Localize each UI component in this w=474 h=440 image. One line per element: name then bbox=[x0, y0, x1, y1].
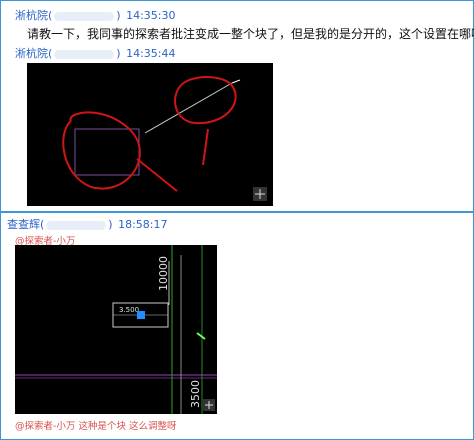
sender-name-tail: ) bbox=[108, 218, 113, 231]
crosshair-icon bbox=[253, 187, 267, 201]
sender-name[interactable]: 淅杭院( bbox=[15, 9, 52, 22]
message-time: 14:35:44 bbox=[126, 47, 176, 60]
sender-name[interactable]: 查查辉( bbox=[7, 218, 44, 231]
message-time: 14:35:30 bbox=[126, 9, 176, 22]
dim-label-bottom: 3500 bbox=[189, 380, 202, 408]
screenshot-image[interactable]: 10000 3500 3.500 bbox=[15, 245, 217, 414]
message-header: 淅杭院() 14:35:44 bbox=[15, 45, 176, 61]
dim-label-top: 10000 bbox=[157, 256, 170, 291]
screenshot-image[interactable] bbox=[27, 63, 273, 206]
sender-name[interactable]: 淅杭院( bbox=[15, 47, 52, 60]
caption-text: @探索者-小万 这种是个块 这么调整呀 bbox=[15, 421, 177, 432]
crosshair-icon bbox=[203, 399, 215, 411]
leader-end bbox=[231, 79, 241, 84]
red-stroke-mark bbox=[202, 128, 209, 166]
chat-panel-lower: 查查辉() 18:58:17 @探索者-小万 10000 3500 3.500 … bbox=[0, 212, 474, 440]
chat-panel-upper: 淅杭院() 14:35:30 请教一下，我同事的探索者批注变成一整个块了，但是我… bbox=[0, 0, 474, 212]
leader-line bbox=[144, 82, 233, 134]
message-header: 淅杭院() 14:35:30 bbox=[15, 7, 176, 23]
redacted-id bbox=[54, 11, 115, 21]
redacted-id bbox=[54, 49, 115, 59]
green-marker bbox=[196, 332, 206, 340]
red-stroke-mark bbox=[136, 158, 178, 192]
cad-drawing bbox=[62, 76, 267, 201]
message-header: 查查辉() 18:58:17 bbox=[7, 216, 168, 232]
sender-name-tail: ) bbox=[116, 47, 121, 60]
sender-name-tail: ) bbox=[116, 9, 121, 22]
message-text: 请教一下，我同事的探索者批注变成一整个块了，但是我的是分开的，这个设置在哪啊 bbox=[27, 27, 474, 41]
annotation-block-outline bbox=[74, 128, 140, 176]
annotation-text: 3.500 bbox=[119, 306, 139, 314]
red-circle-mark bbox=[174, 76, 237, 125]
grip-handle[interactable] bbox=[137, 311, 145, 319]
cad-drawing: 10000 3500 3.500 bbox=[15, 245, 217, 414]
message-time: 18:58:17 bbox=[118, 218, 168, 231]
redacted-id bbox=[46, 220, 107, 230]
